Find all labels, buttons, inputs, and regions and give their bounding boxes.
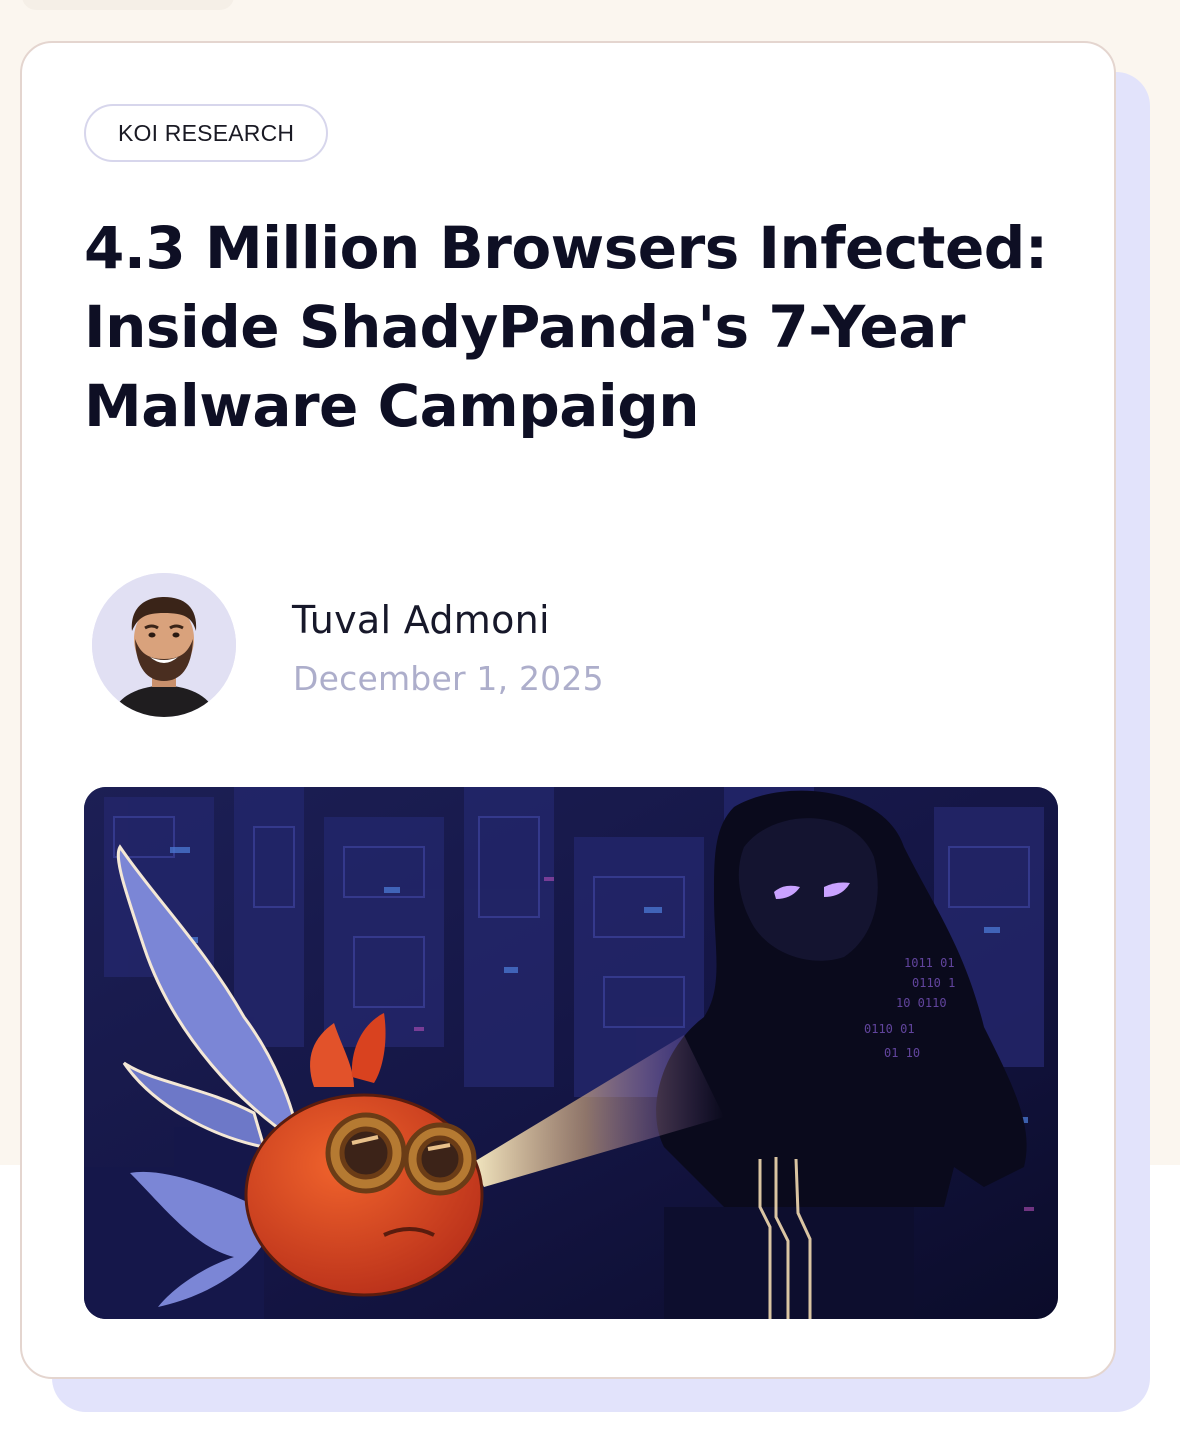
article-title[interactable]: 4.3 Million Browsers Infected: Inside Sh… (84, 209, 1074, 446)
article-card[interactable]: KOI RESEARCH 4.3 Million Browsers Infect… (20, 41, 1116, 1379)
svg-text:10 0110: 10 0110 (896, 996, 947, 1010)
svg-text:0110 01: 0110 01 (864, 1022, 915, 1036)
top-partial-tab (22, 0, 234, 10)
hero-illustration-icon: 1011 01 0110 1 10 0110 0110 01 01 10 (84, 787, 1058, 1319)
svg-text:01 10: 01 10 (884, 1046, 920, 1060)
author-name[interactable]: Tuval Admoni (292, 598, 550, 642)
svg-text:0110 1: 0110 1 (912, 976, 955, 990)
author-photo-icon (92, 573, 236, 717)
svg-text:1011 01: 1011 01 (904, 956, 955, 970)
hero-image[interactable]: 1011 01 0110 1 10 0110 0110 01 01 10 (84, 787, 1058, 1319)
author-avatar (92, 573, 236, 717)
publish-date: December 1, 2025 (293, 659, 604, 698)
category-tag[interactable]: KOI RESEARCH (84, 104, 329, 162)
